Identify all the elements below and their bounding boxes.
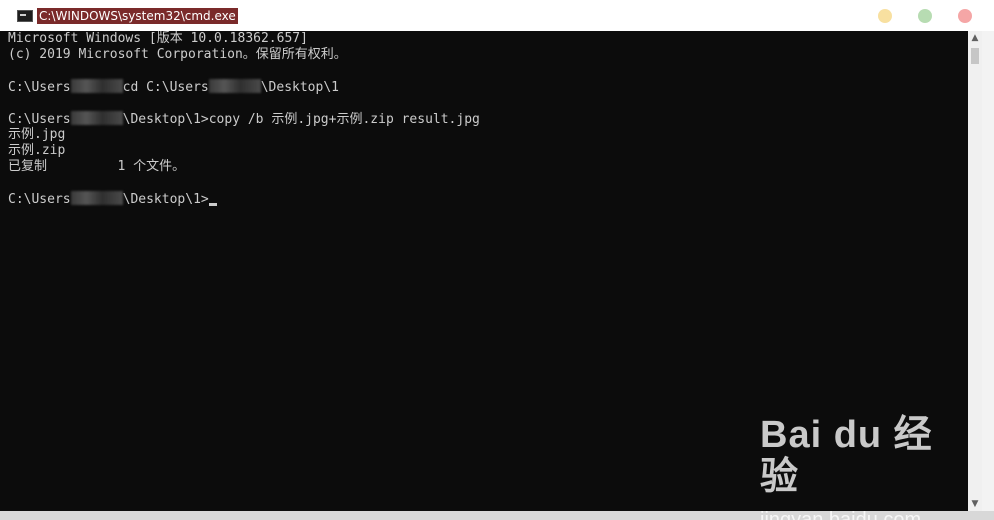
window-controls [878, 0, 994, 31]
baidu-jingyan-watermark: Bai du 经验 jingyan.baidu.com [760, 414, 960, 520]
redacted-username [70, 111, 123, 125]
prompt-prefix: C:\Users [8, 112, 71, 127]
scroll-up-arrow-icon[interactable]: ▲ [968, 31, 982, 45]
console-line-cd: C:\Users cd C:\Users \Desktop\1 [8, 79, 968, 95]
redacted-username [70, 79, 123, 93]
cmd-window: C:\WINDOWS\system32\cmd.exe Microsoft Wi… [0, 0, 994, 520]
prompt-path: \Desktop\1> [122, 112, 209, 127]
cd-path-suffix: \Desktop\1 [260, 80, 339, 95]
title-bar[interactable]: C:\WINDOWS\system32\cmd.exe [0, 0, 994, 31]
console-line-prompt[interactable]: C:\Users \Desktop\1> [8, 191, 968, 207]
console-line-file1: 示例.jpg [8, 127, 66, 142]
cd-command: cd C:\Users [122, 80, 209, 95]
text-cursor [208, 203, 217, 206]
window-title: C:\WINDOWS\system32\cmd.exe [37, 7, 238, 24]
minimize-button[interactable] [878, 8, 892, 23]
close-button[interactable] [958, 8, 972, 23]
background-window-edge [982, 31, 994, 520]
console-line-copy: C:\Users \Desktop\1>copy /b 示例.jpg+示例.zip… [8, 111, 968, 127]
watermark-url: jingyan.baidu.com [760, 509, 922, 520]
vertical-scrollbar[interactable]: ▲ ▼ [968, 31, 982, 511]
prompt-prefix: C:\Users [8, 192, 71, 207]
console-line-version: Microsoft Windows [版本 10.0.18362.657] [8, 31, 308, 46]
console-line-copyright: (c) 2019 Microsoft Corporation。保留所有权利。 [8, 47, 347, 62]
scrollbar-thumb[interactable] [971, 48, 979, 64]
redacted-username [70, 191, 123, 205]
prompt-prefix: C:\Users [8, 80, 71, 95]
copy-command: copy /b 示例.jpg+示例.zip result.jpg [208, 112, 480, 127]
cmd-app-icon[interactable] [17, 9, 33, 22]
redacted-username [208, 79, 261, 93]
maximize-button[interactable] [918, 8, 932, 23]
console-line-copied: 已复制 1 个文件。 [8, 159, 186, 174]
watermark-logo: Bai du 经验 [760, 414, 933, 498]
console-line-file2: 示例.zip [8, 143, 66, 158]
scroll-down-arrow-icon[interactable]: ▼ [968, 497, 982, 511]
prompt-path: \Desktop\1> [122, 192, 209, 207]
